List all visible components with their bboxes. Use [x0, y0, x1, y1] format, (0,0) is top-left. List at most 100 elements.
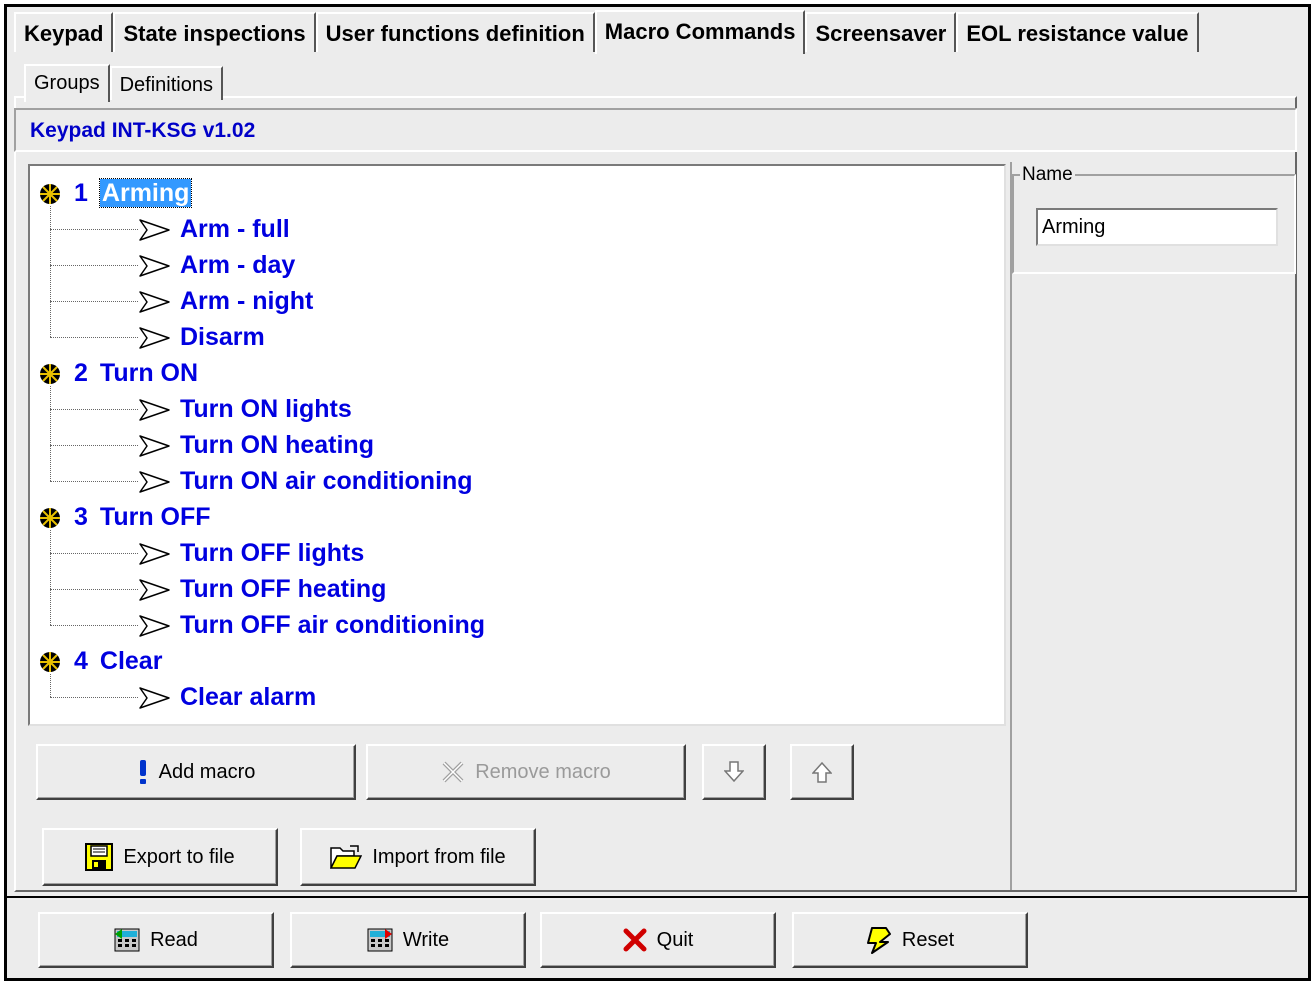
- import-label: Import from file: [372, 845, 506, 868]
- subtab-groups[interactable]: Groups: [24, 64, 110, 102]
- tree-macro-item[interactable]: Clear alarm: [138, 680, 316, 714]
- write-keypad-icon: [367, 928, 393, 952]
- tree-group-4[interactable]: 4 Clear: [74, 644, 162, 678]
- tree-connector: [50, 481, 138, 482]
- macro-arrow-icon: [139, 327, 170, 350]
- quit-button[interactable]: Quit: [540, 912, 776, 968]
- tree-macro-item[interactable]: Arm - night: [138, 284, 313, 318]
- remove-macro-button[interactable]: Remove macro: [366, 744, 686, 800]
- group-wheel-icon: [40, 184, 60, 204]
- export-label: Export to file: [123, 845, 235, 868]
- macro-label: Turn OFF heating: [180, 575, 387, 603]
- arrow-down-icon: [724, 761, 744, 783]
- group-number: 3: [74, 503, 88, 531]
- device-header: Keypad INT-KSG v1.02: [14, 108, 1297, 152]
- tree-connector: [50, 265, 138, 266]
- main-tab-bar: Keypad State inspections User functions …: [14, 10, 1199, 54]
- tree-connector: [50, 301, 138, 302]
- reset-icon: [866, 926, 892, 954]
- macro-label: Arm - night: [180, 287, 314, 315]
- tree-group-1[interactable]: 1 Arming: [74, 176, 193, 210]
- macro-tree[interactable]: 1 Arming Arm - full Arm - day Arm - night Dis…: [28, 164, 1006, 726]
- quit-label: Quit: [656, 928, 694, 951]
- macro-label: Clear alarm: [180, 683, 317, 711]
- tree-connector: [50, 530, 51, 625]
- move-down-button[interactable]: [702, 744, 766, 800]
- tree-macro-item[interactable]: Turn ON lights: [138, 392, 352, 426]
- macro-label: Turn ON air conditioning: [180, 467, 473, 495]
- group-wheel-icon: [40, 652, 60, 672]
- tree-group-3[interactable]: 3 Turn OFF: [74, 500, 211, 534]
- write-button[interactable]: Write: [290, 912, 526, 968]
- reset-button[interactable]: Reset: [792, 912, 1028, 968]
- macro-label: Turn ON lights: [180, 395, 352, 423]
- tree-macro-item[interactable]: Turn OFF lights: [138, 536, 364, 570]
- tree-connector: [50, 589, 138, 590]
- open-folder-icon: [330, 844, 363, 870]
- macro-label: Arm - full: [180, 215, 290, 243]
- tree-macro-item[interactable]: Arm - day: [138, 248, 295, 282]
- macro-label: Turn ON heating: [180, 431, 374, 459]
- group-wheel-icon: [40, 364, 60, 384]
- macro-label: Disarm: [180, 323, 265, 351]
- remove-macro-label: Remove macro: [475, 760, 611, 783]
- tree-connector: [50, 553, 138, 554]
- tree-connector: [50, 229, 138, 230]
- macro-arrow-icon: [139, 687, 170, 710]
- tree-connector: [50, 386, 51, 481]
- tree-macro-item[interactable]: Turn OFF heating: [138, 572, 386, 606]
- sub-tab-bar: Groups Definitions: [24, 62, 223, 102]
- read-keypad-icon: [114, 928, 140, 952]
- tree-macro-item[interactable]: Turn ON air conditioning: [138, 464, 473, 498]
- floppy-disk-icon: [85, 843, 114, 871]
- read-button[interactable]: Read: [38, 912, 274, 968]
- arrow-up-icon: [812, 761, 832, 783]
- tab-eol-resistance-value[interactable]: EOL resistance value: [956, 12, 1199, 52]
- group-label: Turn ON: [99, 359, 199, 387]
- macro-arrow-icon: [139, 399, 170, 422]
- tab-state-inspections[interactable]: State inspections: [113, 12, 316, 52]
- name-input[interactable]: [1036, 208, 1278, 246]
- macro-arrow-icon: [139, 435, 170, 458]
- device-title: Keypad INT-KSG v1.02: [30, 119, 256, 142]
- export-to-file-button[interactable]: Export to file: [42, 828, 278, 886]
- tree-macro-item[interactable]: Disarm: [138, 320, 265, 354]
- group-number: 1: [74, 179, 88, 207]
- import-from-file-button[interactable]: Import from file: [300, 828, 536, 886]
- macro-arrow-icon: [139, 579, 170, 602]
- group-wheel-icon: [40, 508, 60, 528]
- macro-label: Turn OFF lights: [180, 539, 365, 567]
- close-x-icon: [623, 928, 647, 952]
- tree-connector: [50, 625, 138, 626]
- tree-connector: [50, 445, 138, 446]
- tab-keypad[interactable]: Keypad: [14, 12, 114, 52]
- tree-connector: [50, 409, 138, 410]
- tree-connector: [50, 337, 138, 338]
- tree-connector: [50, 697, 138, 698]
- macro-arrow-icon: [139, 615, 170, 638]
- macro-arrow-icon: [139, 291, 170, 314]
- macro-label: Arm - day: [180, 251, 296, 279]
- tree-macro-item[interactable]: Turn ON heating: [138, 428, 374, 462]
- tab-macro-commands[interactable]: Macro Commands: [594, 10, 806, 54]
- add-macro-label: Add macro: [158, 760, 256, 783]
- group-number: 2: [74, 359, 88, 387]
- tree-connector: [50, 206, 51, 337]
- add-macro-button[interactable]: Add macro: [36, 744, 356, 800]
- footer-separator: [4, 896, 1311, 898]
- tree-macro-item[interactable]: Turn OFF air conditioning: [138, 608, 485, 642]
- macro-arrow-icon: [139, 219, 170, 242]
- read-label: Read: [150, 928, 198, 951]
- tab-user-functions-definition[interactable]: User functions definition: [315, 12, 595, 52]
- group-label: Arming: [98, 178, 193, 208]
- tree-group-2[interactable]: 2 Turn ON: [74, 356, 198, 390]
- name-label: Name: [1020, 164, 1075, 186]
- macro-label: Turn OFF air conditioning: [180, 611, 486, 639]
- move-up-button[interactable]: [790, 744, 854, 800]
- tree-macro-item[interactable]: Arm - full: [138, 212, 290, 246]
- tab-screensaver[interactable]: Screensaver: [805, 12, 957, 52]
- subtab-definitions[interactable]: Definitions: [109, 66, 223, 100]
- write-label: Write: [402, 928, 450, 951]
- macro-arrow-icon: [139, 255, 170, 278]
- tree-connector: [50, 674, 51, 697]
